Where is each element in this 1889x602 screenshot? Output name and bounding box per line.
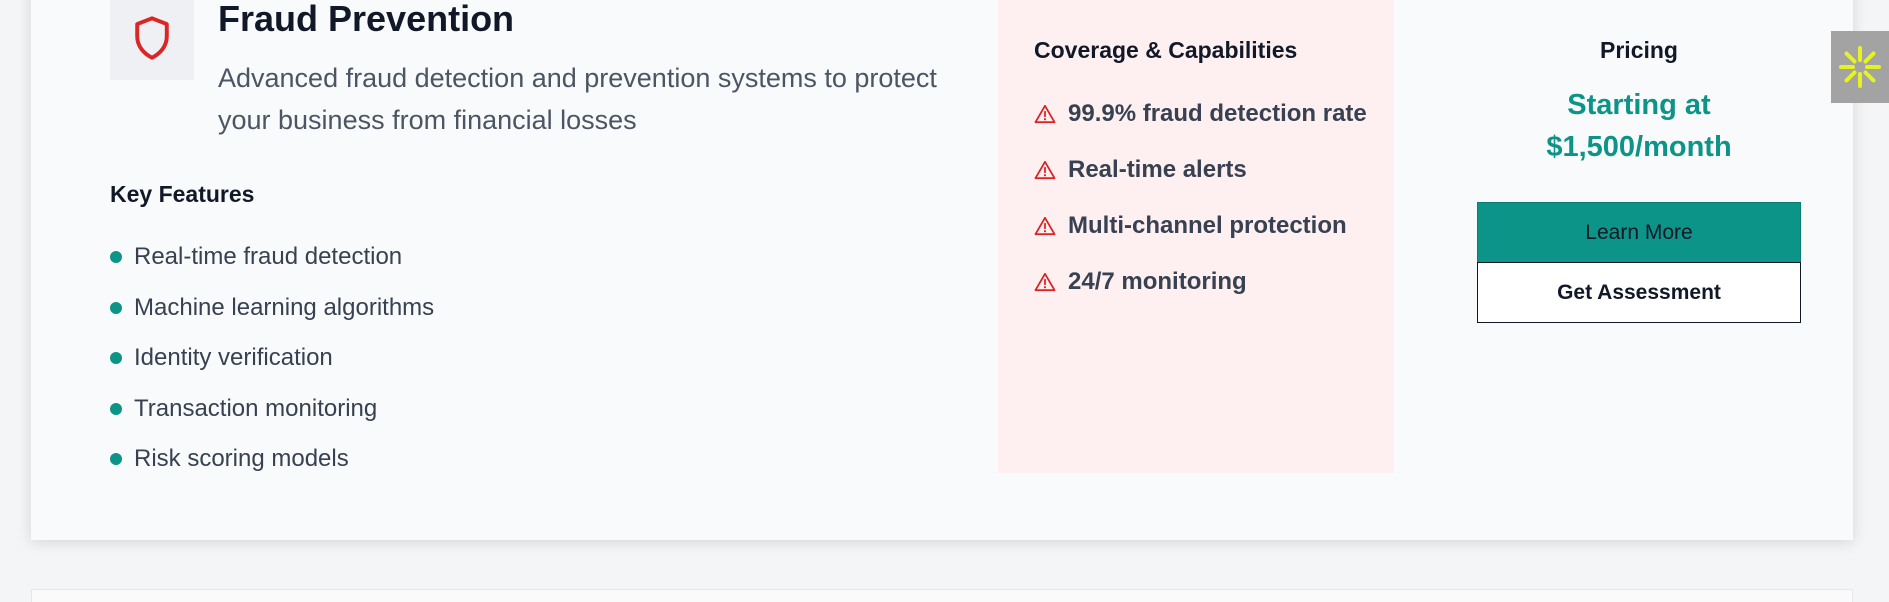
learn-more-button[interactable]: Learn More [1477,202,1801,263]
pricing-label: Pricing [1600,37,1678,63]
feature-label: Real-time fraud detection [134,243,403,271]
shield-icon [135,16,169,60]
bullet-dot-icon [110,301,122,314]
service-icon-box [110,0,194,80]
price-text: Starting at $1,500/month [1546,89,1732,163]
list-item: Identity verification [110,333,434,384]
list-item: 24/7 monitoring [1034,263,1374,301]
warning-triangle-icon [1034,207,1058,245]
list-item: Real-time alerts [1034,151,1374,189]
warning-triangle-icon [1034,263,1058,301]
get-assessment-button[interactable]: Get Assessment [1477,262,1801,323]
service-description: Advanced fraud detection and prevention … [218,63,937,135]
bullet-dot-icon [110,352,122,365]
list-item: Real-time fraud detection [110,232,434,283]
next-service-card [31,589,1853,602]
list-item: Risk scoring models [110,434,434,485]
feature-label: Risk scoring models [134,445,349,473]
coverage-label: Real-time alerts [1068,156,1247,183]
bullet-dot-icon [110,251,122,264]
coverage-list: 99.9% fraud detection rate Real-time ale… [1034,95,1374,319]
sparkle-icon [1839,46,1881,88]
bullet-dot-icon [110,453,122,466]
service-title: Fraud Prevention [218,0,515,39]
list-item: Machine learning algorithms [110,283,434,334]
list-item: 99.9% fraud detection rate [1034,95,1374,133]
coverage-heading: Coverage & Capabilities [1034,37,1298,63]
bullet-dot-icon [110,402,122,415]
feature-label: Identity verification [134,344,333,372]
service-card: Fraud Prevention Advanced fraud detectio… [31,0,1853,540]
coverage-panel: Coverage & Capabilities 99.9% fraud dete… [998,0,1394,473]
list-item: Transaction monitoring [110,384,434,435]
warning-triangle-icon [1034,151,1058,189]
key-features-list: Real-time fraud detection Machine learni… [110,232,434,485]
coverage-label: 99.9% fraud detection rate [1068,100,1367,127]
key-features-heading: Key Features [110,181,255,207]
coverage-label: 24/7 monitoring [1068,268,1247,295]
coverage-label: Multi-channel protection [1068,212,1347,239]
feature-label: Transaction monitoring [134,394,378,422]
list-item: Multi-channel protection [1034,207,1374,245]
warning-triangle-icon [1034,95,1058,133]
feature-label: Machine learning algorithms [134,293,435,321]
floating-widget-button[interactable] [1831,31,1889,103]
